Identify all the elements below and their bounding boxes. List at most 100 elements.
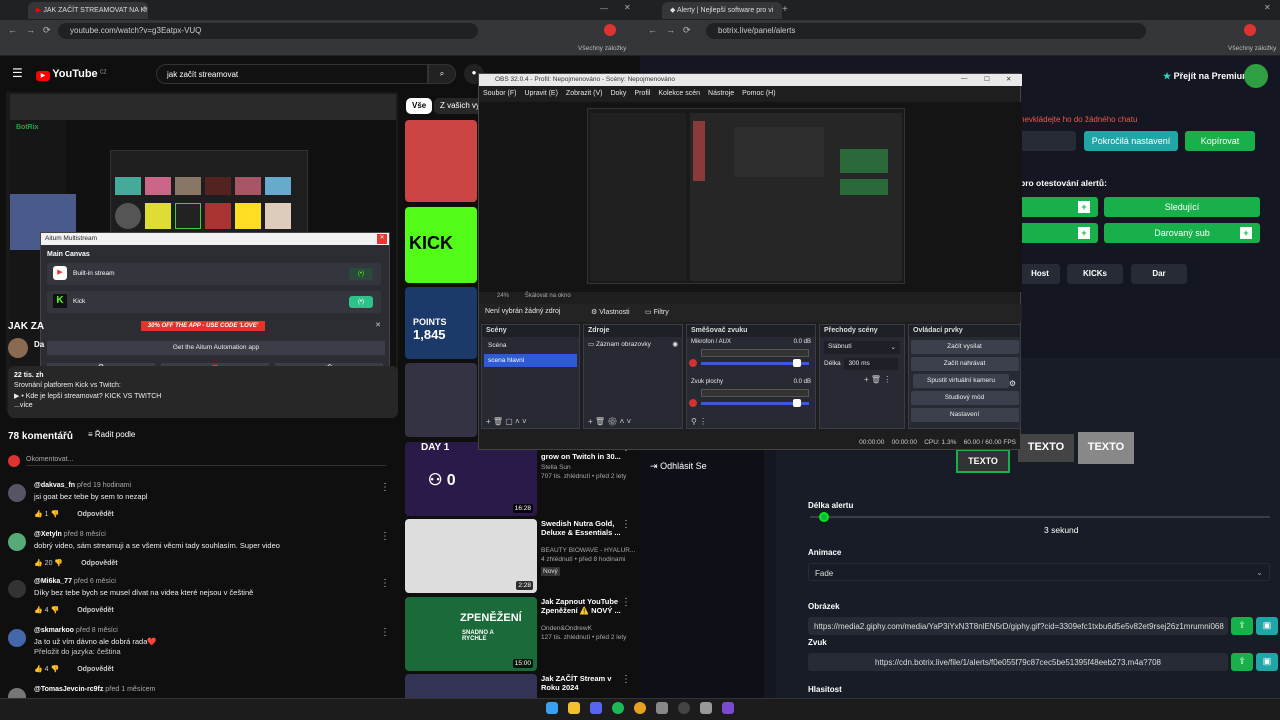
volume-knob[interactable]: [792, 399, 801, 407]
video-title[interactable]: grow on Twitch in 30...: [541, 452, 631, 461]
video-title[interactable]: Jak ZAČÍT Stream v Roku 2024: [541, 674, 631, 692]
obs-menu-item[interactable]: Doky: [610, 90, 626, 97]
forward-icon[interactable]: →: [26, 25, 35, 35]
mute-icon[interactable]: [689, 359, 697, 367]
animation-select[interactable]: Fade ⌄: [808, 563, 1270, 581]
more-icon[interactable]: ⋮: [380, 627, 390, 638]
filters-button[interactable]: ▭ Filtry: [645, 308, 669, 316]
obs-menu-item[interactable]: Pomoc (H): [742, 90, 775, 97]
control-button[interactable]: Studiový mód: [910, 391, 1019, 405]
description-box[interactable]: 22 tis. zh Srovnání platforem Kick vs Tw…: [8, 366, 398, 418]
obs-minimize-icon[interactable]: —: [961, 75, 968, 82]
promo-close-icon[interactable]: ✕: [375, 321, 381, 329]
test-button-1[interactable]: +: [1020, 197, 1098, 217]
settings-icon[interactable]: [700, 702, 712, 714]
eye-icon[interactable]: ◉: [672, 340, 678, 348]
logout-button[interactable]: ⇥ Odhlásit Se: [650, 461, 707, 472]
more-icon[interactable]: ⋮: [621, 674, 631, 685]
comment-user[interactable]: @TomasJevcin-rc9fz před 1 měsícem: [34, 686, 155, 693]
discord-icon[interactable]: [590, 702, 602, 714]
all-bookmarks-right[interactable]: Všechny záložky: [1228, 45, 1276, 52]
zoom-level[interactable]: 24%: [497, 293, 509, 299]
calculator-icon[interactable]: [656, 702, 668, 714]
channel-name[interactable]: Da: [34, 340, 44, 349]
control-button[interactable]: Spustit virtuální kameru: [913, 374, 1009, 388]
follower-button[interactable]: Sledující: [1104, 197, 1260, 217]
more-icon[interactable]: ⋮: [380, 531, 390, 542]
obs-preview[interactable]: [479, 102, 1022, 292]
volume-slider[interactable]: [701, 399, 809, 407]
video-item[interactable]: 15:00 Jak Zapnout YouTube Zpeněžení ⚠️ NO…: [405, 597, 635, 671]
comment-user[interactable]: @Mi6ka_77 před 6 měsíci: [34, 578, 116, 585]
obs-maximize-icon[interactable]: ☐: [984, 75, 990, 83]
rec-thumb-4[interactable]: [405, 363, 477, 437]
tab-youtube[interactable]: ▶ JAK ZAČÍT STREAMOVAT NA KI: [28, 2, 148, 19]
rec-thumb-kick[interactable]: KICK: [405, 207, 477, 283]
promo-banner[interactable]: 30% OFF THE APP - USE CODE 'LOVE': [141, 321, 265, 331]
file-explorer-icon[interactable]: [568, 702, 580, 714]
sound-gallery-button[interactable]: ▣: [1256, 653, 1278, 671]
back-icon[interactable]: ←: [8, 25, 17, 35]
obs-menu-item[interactable]: Nástroje: [708, 90, 734, 97]
dislike-icon[interactable]: 👎: [49, 666, 62, 673]
chip-all[interactable]: Vše: [406, 98, 433, 114]
youtube-logo[interactable]: ▶ YouTube CZ: [36, 68, 107, 81]
comment-avatar[interactable]: [8, 484, 26, 502]
sort-button[interactable]: ≡ Řadit podle: [88, 430, 135, 439]
close-icon[interactable]: ✕: [624, 3, 631, 12]
alert-tab[interactable]: KICKs: [1067, 264, 1123, 284]
add-comment-input[interactable]: Okomentovat...: [26, 456, 386, 466]
video-player[interactable]: BotRix Aitum Multistream ✕ Main Canvas ▶…: [6, 92, 398, 412]
video-channel[interactable]: BEAUTY BIOWAVE - HYALUR...: [541, 547, 635, 554]
reply-button[interactable]: Odpovědět: [77, 511, 114, 518]
video-thumbnail[interactable]: 2:28: [405, 519, 537, 593]
advanced-settings-button[interactable]: Pokročilá nastavení: [1084, 131, 1178, 151]
reply-button[interactable]: Odpovědět: [81, 560, 118, 567]
more-icon[interactable]: ⋮: [380, 578, 390, 589]
control-button[interactable]: Začít vysílat: [910, 340, 1019, 354]
forward-icon-right[interactable]: →: [666, 25, 675, 35]
source-item[interactable]: ▭ Záznam obrazovky ◉: [584, 337, 682, 351]
obs-menu-item[interactable]: Kolekce scén: [658, 90, 700, 97]
minimize-icon[interactable]: —: [600, 4, 608, 13]
gifted-sub-button[interactable]: Darovaný sub +: [1104, 223, 1260, 243]
properties-button[interactable]: ⚙ Vlastnosti: [591, 308, 630, 316]
aitum-close-icon[interactable]: ✕: [377, 234, 387, 244]
like-icon[interactable]: 👍: [34, 560, 45, 567]
control-button[interactable]: Nastavení: [910, 408, 1019, 422]
obs-menu-item[interactable]: Upravit (E): [524, 90, 557, 97]
sound-url-field[interactable]: https://cdn.botrix.live/file/1/alerts/f0…: [808, 653, 1228, 671]
search-input[interactable]: jak začít streamovat: [156, 64, 428, 84]
app-icon[interactable]: [722, 702, 734, 714]
reply-button[interactable]: Odpovědět: [77, 666, 114, 673]
search-button[interactable]: ⌕: [428, 64, 456, 84]
new-tab-icon[interactable]: +: [142, 4, 148, 15]
get-app-button[interactable]: Get the Aitum Automation app: [47, 341, 385, 355]
dislike-icon[interactable]: 👎: [49, 607, 62, 614]
chrome-icon[interactable]: [634, 702, 646, 714]
user-avatar[interactable]: [1244, 64, 1268, 88]
obs-icon[interactable]: [678, 702, 690, 714]
duration-input[interactable]: 300 ms: [844, 358, 899, 370]
channel-avatar[interactable]: [8, 338, 28, 358]
comment-user[interactable]: @dakvas_fn před 19 hodinami: [34, 482, 131, 489]
obs-close-icon[interactable]: ✕: [1006, 75, 1011, 83]
menu-icon[interactable]: ☰: [12, 66, 23, 80]
video-title[interactable]: Swedish Nutra Gold, Deluxe & Essentials …: [541, 519, 631, 537]
video-item[interactable]: Jak ZAČÍT Stream v Roku 2024 ⋮: [405, 674, 635, 698]
alert-tab[interactable]: Host: [1020, 264, 1060, 284]
text-style-1[interactable]: TEXTO: [956, 449, 1010, 473]
comment-avatar[interactable]: [8, 580, 26, 598]
like-icon[interactable]: 👍: [34, 607, 45, 614]
kick-toggle[interactable]: (•): [349, 296, 373, 308]
video-title[interactable]: Jak Zapnout YouTube Zpeněžení ⚠️ NOVÝ ..…: [541, 597, 631, 615]
comment-avatar[interactable]: [8, 629, 26, 647]
video-thumbnail[interactable]: 16:28: [405, 442, 537, 516]
more-icon[interactable]: ⋮: [621, 597, 631, 608]
text-style-2[interactable]: TEXTO: [1018, 434, 1074, 462]
alert-tab[interactable]: Dar: [1131, 264, 1187, 284]
profile-avatar-right[interactable]: [1244, 24, 1256, 36]
back-icon-right[interactable]: ←: [648, 25, 657, 35]
obs-menu-item[interactable]: Profil: [634, 90, 650, 97]
copy-button[interactable]: Kopírovat: [1185, 131, 1255, 151]
